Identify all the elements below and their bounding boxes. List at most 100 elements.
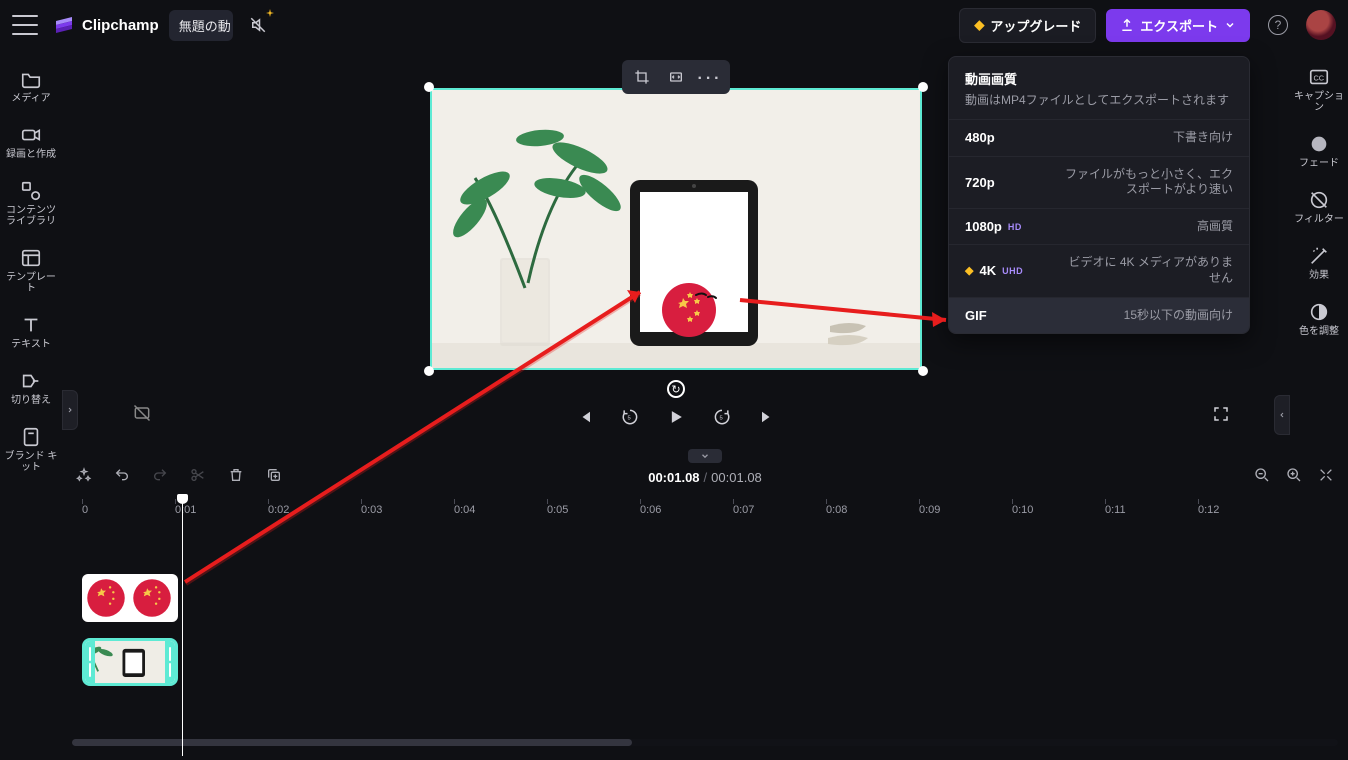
fullscreen-button[interactable] bbox=[1212, 405, 1230, 428]
nav-transitions[interactable]: 切り替え bbox=[2, 362, 60, 414]
clip-trim-left[interactable] bbox=[85, 641, 95, 683]
undo-button[interactable] bbox=[114, 467, 130, 488]
shapes-icon bbox=[20, 180, 42, 202]
app-name: Clipchamp bbox=[82, 17, 159, 34]
fit-width-icon bbox=[1318, 467, 1334, 483]
playhead[interactable] bbox=[182, 494, 183, 756]
rotate-handle[interactable]: ↻ bbox=[667, 380, 685, 398]
upgrade-button[interactable]: ◆ アップグレード bbox=[959, 8, 1096, 43]
redo-button[interactable] bbox=[152, 467, 168, 488]
export-button[interactable]: エクスポート bbox=[1106, 9, 1250, 42]
export-option-480p[interactable]: 480p下書き向け bbox=[949, 119, 1249, 156]
ruler-tick: 0:09 bbox=[919, 504, 940, 516]
nav-brandkit[interactable]: ブランド キ ット bbox=[2, 418, 60, 481]
nav-captions[interactable]: CC キャプショ ン bbox=[1290, 58, 1348, 121]
clip-trim-right[interactable] bbox=[165, 641, 175, 683]
fade-icon bbox=[1308, 133, 1330, 155]
zoom-fit-button[interactable] bbox=[1318, 467, 1334, 488]
nav-text[interactable]: テキスト bbox=[2, 306, 60, 358]
redo-icon bbox=[152, 467, 168, 483]
nav-record[interactable]: 録画と作成 bbox=[2, 116, 60, 168]
nav-templates[interactable]: テンプレー ト bbox=[2, 239, 60, 302]
center-button[interactable] bbox=[132, 403, 152, 428]
popover-title: 動画画質 bbox=[965, 69, 1233, 88]
forward-5-icon: 5 bbox=[712, 407, 732, 427]
nav-media[interactable]: メディア bbox=[2, 60, 60, 112]
clip-thumb bbox=[130, 576, 174, 620]
magic-button[interactable] bbox=[76, 467, 92, 488]
fit-icon bbox=[668, 69, 684, 85]
ruler-tick: 0:08 bbox=[826, 504, 847, 516]
export-label: エクスポート bbox=[1140, 16, 1218, 35]
svg-text:5: 5 bbox=[628, 416, 631, 422]
resize-handle-br[interactable] bbox=[918, 366, 928, 376]
next-end-button[interactable] bbox=[755, 404, 781, 430]
undo-icon bbox=[114, 467, 130, 483]
export-option-1080p[interactable]: 1080pHD 高画質 bbox=[949, 208, 1249, 245]
camera-icon bbox=[20, 124, 42, 146]
delete-button[interactable] bbox=[228, 467, 244, 488]
premium-sound-icon[interactable] bbox=[243, 10, 273, 40]
project-title[interactable]: 無題の動 bbox=[169, 10, 233, 41]
timeline-clip-sticker[interactable] bbox=[82, 574, 178, 622]
text-icon bbox=[20, 314, 42, 336]
nav-effects[interactable]: 効果 bbox=[1290, 237, 1348, 289]
nav-fade[interactable]: フェード bbox=[1290, 125, 1348, 177]
export-option-4k[interactable]: ◆4KUHD ビデオに 4K メディアがありません bbox=[949, 244, 1249, 296]
nav-content-library[interactable]: コンテンツ ライブラリ bbox=[2, 172, 60, 235]
export-option-720p[interactable]: 720pファイルがもっと小さく、エクスポートがより速い bbox=[949, 156, 1249, 208]
timeline-clip-video[interactable] bbox=[82, 638, 178, 686]
skip-start-icon bbox=[575, 408, 593, 426]
ruler-tick: 0:10 bbox=[1012, 504, 1033, 516]
skip-end-icon bbox=[759, 408, 777, 426]
export-icon bbox=[1120, 18, 1134, 32]
play-button[interactable] bbox=[663, 404, 689, 430]
more-button[interactable]: ··· bbox=[696, 64, 724, 90]
duplicate-button[interactable] bbox=[266, 467, 282, 488]
prev-start-button[interactable] bbox=[571, 404, 597, 430]
clip-tool-strip: ··· bbox=[622, 60, 730, 94]
ruler-tick: 0:12 bbox=[1198, 504, 1219, 516]
right-panel-toggle[interactable] bbox=[1274, 395, 1290, 435]
chevron-down-icon bbox=[699, 451, 711, 461]
zoom-in-button[interactable] bbox=[1286, 467, 1302, 488]
nav-filters[interactable]: フィルター bbox=[1290, 181, 1348, 233]
rewind-5-icon: 5 bbox=[620, 407, 640, 427]
timeline-ruler[interactable]: 0 0:01 0:02 0:03 0:04 0:05 0:06 0:07 0:0… bbox=[62, 498, 1348, 526]
zoom-out-icon bbox=[1254, 467, 1270, 483]
wand-icon bbox=[1308, 245, 1330, 267]
timeline-collapse-button[interactable] bbox=[688, 449, 722, 463]
transport-controls: 5 5 bbox=[571, 404, 781, 430]
user-avatar[interactable] bbox=[1306, 10, 1336, 40]
resize-handle-tl[interactable] bbox=[424, 82, 434, 92]
template-icon bbox=[20, 247, 42, 269]
filters-icon bbox=[1308, 189, 1330, 211]
export-option-gif[interactable]: GIF15秒以下の動画向け bbox=[949, 297, 1249, 334]
left-panel-toggle[interactable] bbox=[62, 390, 78, 430]
resize-handle-tr[interactable] bbox=[918, 82, 928, 92]
folder-icon bbox=[20, 68, 42, 90]
app-logo: Clipchamp bbox=[54, 15, 159, 35]
fit-button[interactable] bbox=[662, 64, 690, 90]
ruler-tick: 0:11 bbox=[1105, 504, 1126, 516]
split-button[interactable] bbox=[190, 467, 206, 488]
frame-off-icon bbox=[132, 403, 152, 423]
hamburger-menu-icon[interactable] bbox=[12, 15, 38, 35]
timeline-tracks[interactable] bbox=[62, 530, 1348, 748]
crop-icon bbox=[634, 69, 650, 85]
ruler-tick: 0:02 bbox=[268, 504, 289, 516]
chevron-right-icon bbox=[66, 404, 74, 416]
scrollbar-thumb[interactable] bbox=[72, 739, 632, 746]
timeline-horizontal-scrollbar[interactable] bbox=[72, 739, 1338, 746]
clipchamp-logo-icon bbox=[54, 15, 74, 35]
half-circle-icon bbox=[1308, 301, 1330, 323]
trash-icon bbox=[228, 467, 244, 483]
resize-handle-bl[interactable] bbox=[424, 366, 434, 376]
rewind-button[interactable]: 5 bbox=[617, 404, 643, 430]
nav-adjust-color[interactable]: 色を調整 bbox=[1290, 293, 1348, 345]
zoom-out-button[interactable] bbox=[1254, 467, 1270, 488]
crop-button[interactable] bbox=[628, 64, 656, 90]
preview-canvas[interactable]: ↻ bbox=[430, 88, 922, 370]
help-button[interactable]: ? bbox=[1268, 15, 1288, 35]
forward-button[interactable]: 5 bbox=[709, 404, 735, 430]
